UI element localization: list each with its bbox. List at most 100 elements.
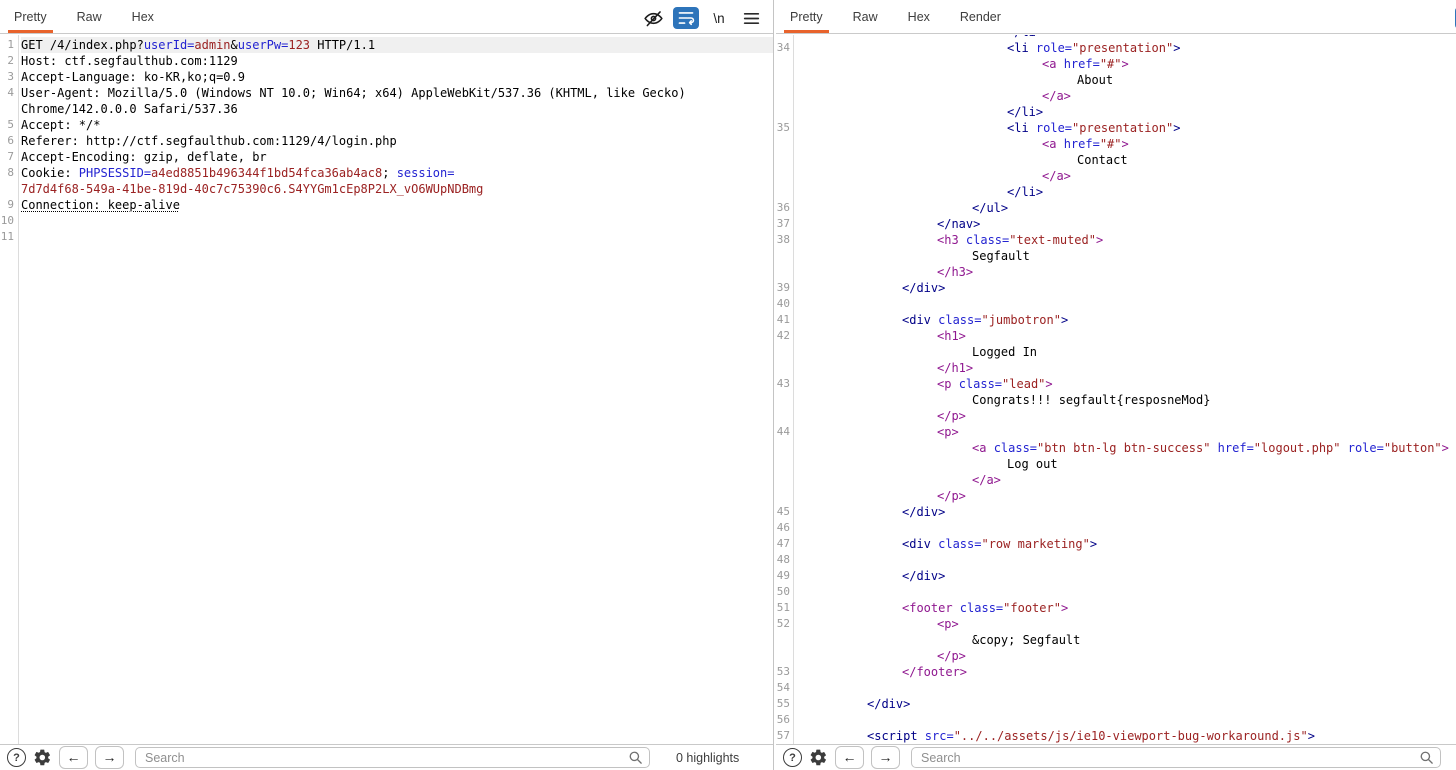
- settings-gear-icon[interactable]: [809, 748, 828, 767]
- code-text: </h3>: [797, 264, 973, 280]
- code-text: </div>: [797, 568, 945, 584]
- code-text: Congrats!!! segfault{resposneMod}: [797, 392, 1210, 408]
- code-line: Chrome/142.0.0.0 Safari/537.36: [0, 101, 773, 117]
- line-number: 37: [776, 216, 790, 232]
- code-line: 3 Accept-Language: ko-KR,ko;q=0.9: [0, 69, 773, 85]
- code-text: Cookie: PHPSESSID=a4ed8851b496344f1bd54f…: [21, 165, 454, 181]
- code-line: </h3>: [776, 264, 1456, 280]
- code-line: 43<p class="lead">: [776, 376, 1456, 392]
- newline-icon[interactable]: \n: [707, 7, 731, 29]
- line-number: 34: [776, 40, 790, 56]
- code-text: <h3 class="text-muted">: [797, 232, 1103, 248]
- code-line: Contact: [776, 152, 1456, 168]
- code-line: 57<script src="../../assets/js/ie10-view…: [776, 728, 1456, 744]
- tab-raw[interactable]: Raw: [847, 0, 884, 33]
- request-header: Pretty Raw Hex \n: [0, 0, 773, 34]
- code-text: <li role="presentation">: [797, 120, 1180, 136]
- code-text: </footer>: [797, 664, 967, 680]
- line-number: 10: [0, 213, 14, 229]
- request-editor[interactable]: 1GET /4/index.php?userId=admin&userPw=12…: [0, 35, 773, 747]
- tab-render[interactable]: Render: [954, 0, 1007, 33]
- code-line: 9Connection: keep-alive: [0, 197, 773, 213]
- code-text: Accept-Language: ko-KR,ko;q=0.9: [21, 69, 245, 85]
- line-number: 38: [776, 232, 790, 248]
- code-line: About: [776, 72, 1456, 88]
- code-text: </h1>: [797, 360, 973, 376]
- code-text: </li>: [797, 104, 1043, 120]
- search-input[interactable]: [911, 747, 1441, 768]
- line-number: 49: [776, 568, 790, 584]
- code-line: 36</ul>: [776, 200, 1456, 216]
- code-text: Referer: http://ctf.segfaulthub.com:1129…: [21, 133, 397, 149]
- search-forward-button[interactable]: →: [95, 746, 124, 769]
- request-tabs: Pretty Raw Hex: [8, 0, 178, 33]
- code-line: 11: [0, 229, 773, 245]
- code-line: 39</div>: [776, 280, 1456, 296]
- code-line: Congrats!!! segfault{resposneMod}: [776, 392, 1456, 408]
- search-icon: [1419, 750, 1434, 765]
- line-number: 42: [776, 328, 790, 344]
- tab-hex[interactable]: Hex: [126, 0, 160, 33]
- code-line: 45</div>: [776, 504, 1456, 520]
- tab-pretty[interactable]: Pretty: [784, 0, 829, 33]
- help-icon[interactable]: ?: [7, 748, 26, 767]
- search-icon: [628, 750, 643, 765]
- panel-divider[interactable]: [773, 0, 774, 770]
- code-line: </a>: [776, 168, 1456, 184]
- code-line: </li>: [776, 104, 1456, 120]
- code-line: 4User-Agent: Mozilla/5.0 (Windows NT 10.…: [0, 85, 773, 101]
- response-panel: Pretty Raw Hex Render </li> 34 <li role="p…: [776, 0, 1456, 770]
- eye-slash-icon[interactable]: [641, 7, 665, 29]
- line-number: 39: [776, 280, 790, 296]
- menu-icon[interactable]: [739, 7, 763, 29]
- tab-hex[interactable]: Hex: [902, 0, 936, 33]
- code-line: Logged In: [776, 344, 1456, 360]
- line-number: 51: [776, 600, 790, 616]
- code-line: </h1>: [776, 360, 1456, 376]
- code-text: <li role="presentation">: [797, 40, 1180, 56]
- line-number: 53: [776, 664, 790, 680]
- code-line: 46: [776, 520, 1456, 536]
- code-line: Log out: [776, 456, 1456, 472]
- code-text: <footer class="footer">: [797, 600, 1068, 616]
- code-line: 7Accept-Encoding: gzip, deflate, br: [0, 149, 773, 165]
- line-number: 2: [0, 53, 14, 69]
- tab-pretty[interactable]: Pretty: [8, 0, 53, 33]
- response-header: Pretty Raw Hex Render: [776, 0, 1456, 34]
- code-line: <a class="btn btn-lg btn-success" href="…: [776, 440, 1456, 456]
- code-line: 10: [0, 213, 773, 229]
- tab-raw[interactable]: Raw: [71, 0, 108, 33]
- wrap-lines-icon[interactable]: [673, 7, 699, 29]
- line-number: 54: [776, 680, 790, 696]
- code-line: 37</nav>: [776, 216, 1456, 232]
- highlights-count: 0 highlights: [676, 751, 739, 765]
- code-text: User-Agent: Mozilla/5.0 (Windows NT 10.0…: [21, 85, 686, 101]
- code-text: Connection: keep-alive: [21, 197, 180, 213]
- code-line: 56: [776, 712, 1456, 728]
- search-back-button[interactable]: ←: [59, 746, 88, 769]
- code-text: &copy; Segfault: [797, 632, 1080, 648]
- line-number: 41: [776, 312, 790, 328]
- line-number: 57: [776, 728, 790, 744]
- code-text: </a>: [797, 168, 1071, 184]
- response-editor[interactable]: </li>34<li role="presentation"><a href="…: [776, 35, 1456, 745]
- editor-toolbar-icons: \n: [633, 6, 763, 30]
- help-icon[interactable]: ?: [783, 748, 802, 767]
- code-text: </p>: [797, 408, 966, 424]
- settings-gear-icon[interactable]: [33, 748, 52, 767]
- code-text: 7d7d4f68-549a-41be-819d-40c7c75390c6.S4Y…: [21, 181, 483, 197]
- code-text: <div class="row marketing">: [797, 536, 1097, 552]
- code-line: Segfault: [776, 248, 1456, 264]
- code-text: Host: ctf.segfaulthub.com:1129: [21, 53, 238, 69]
- code-text: Log out: [797, 456, 1058, 472]
- search-forward-button[interactable]: →: [871, 746, 900, 769]
- code-text: </a>: [797, 88, 1071, 104]
- search-back-button[interactable]: ←: [835, 746, 864, 769]
- code-text: <p>: [797, 424, 959, 440]
- line-number: 1: [0, 37, 14, 53]
- search-input[interactable]: [135, 747, 650, 768]
- line-number: 47: [776, 536, 790, 552]
- line-number: 43: [776, 376, 790, 392]
- line-number: 3: [0, 69, 14, 85]
- line-number: 35: [776, 120, 790, 136]
